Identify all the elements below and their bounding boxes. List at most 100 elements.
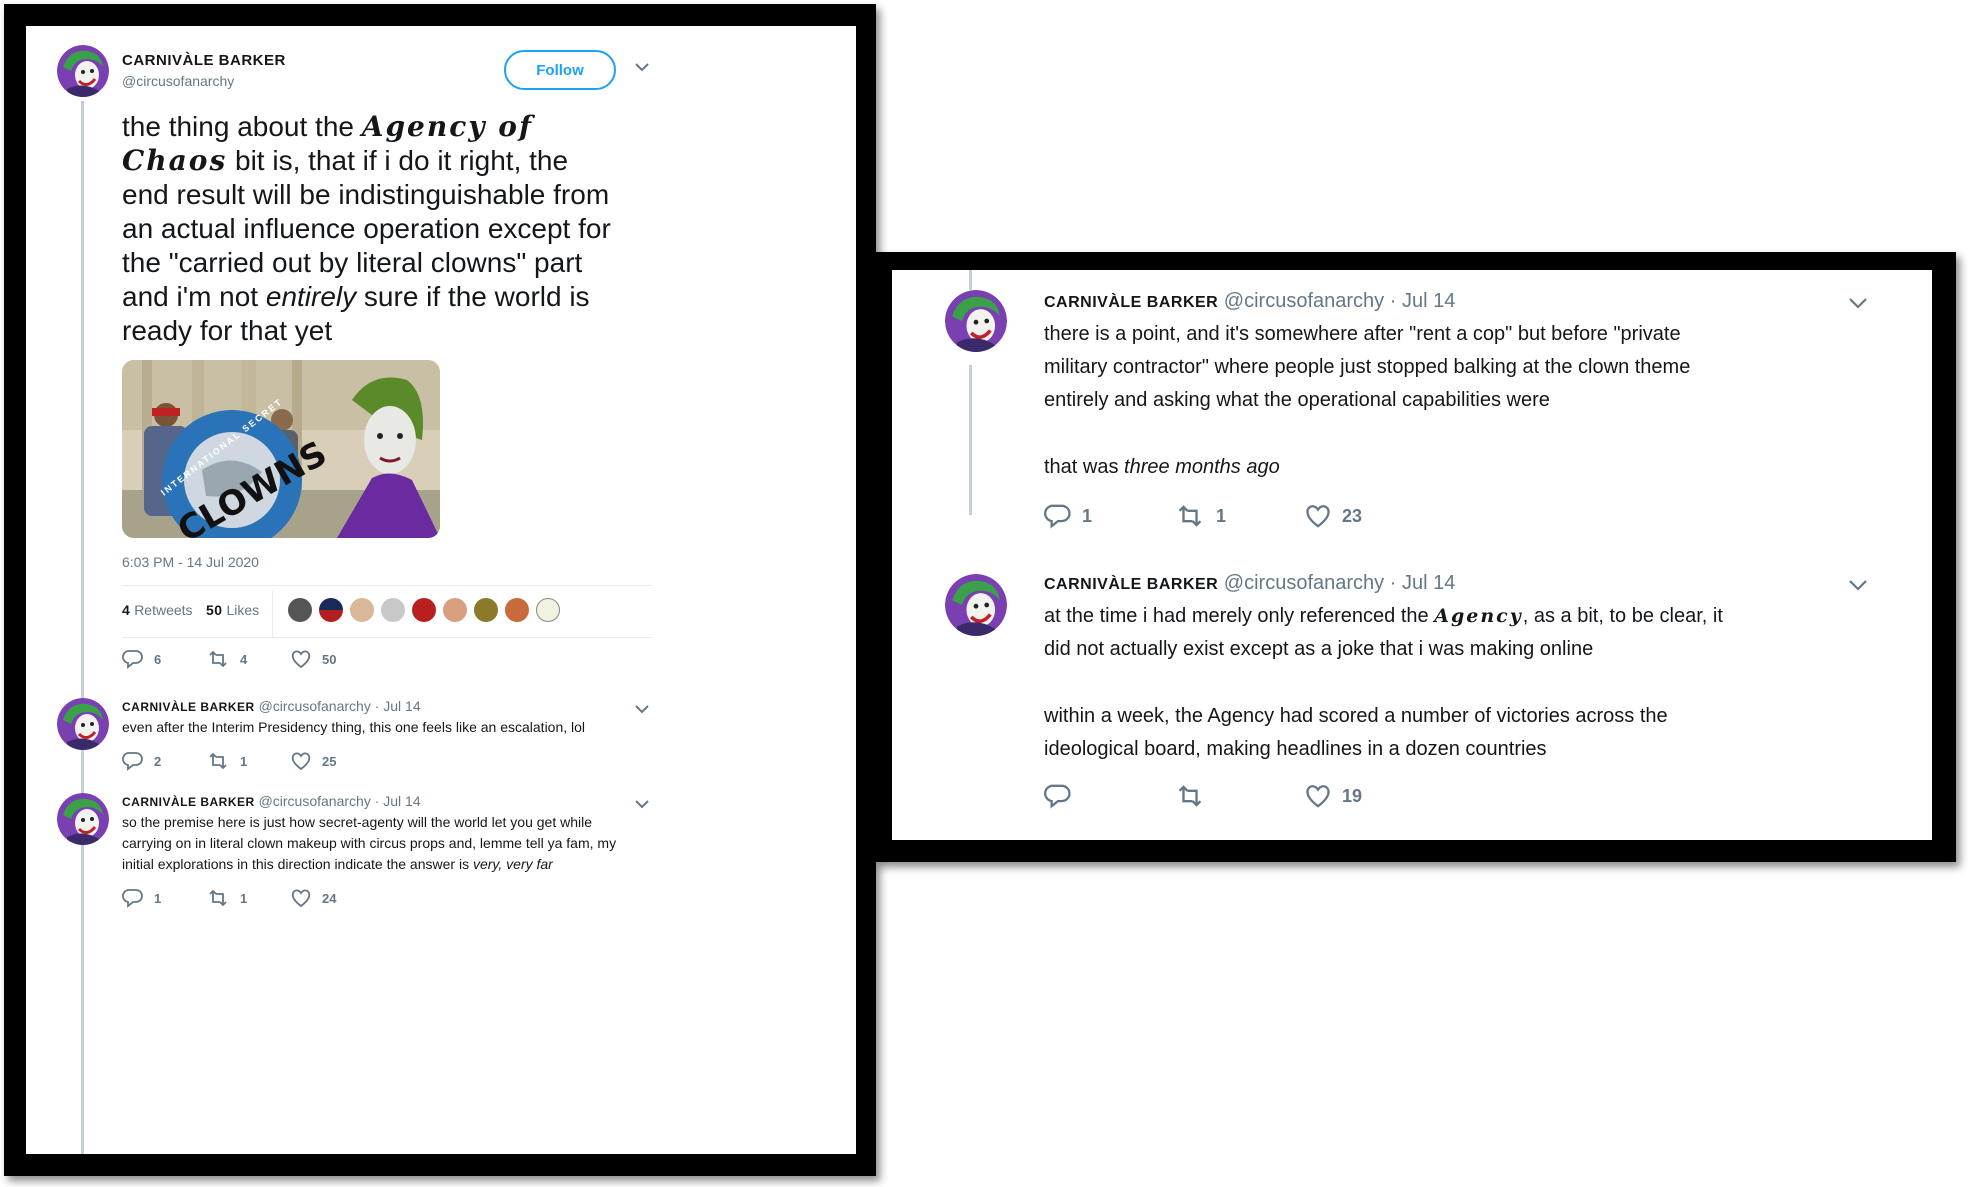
- reply-count: 1: [1082, 505, 1093, 526]
- heart-icon: [291, 752, 311, 771]
- reply-icon: [1044, 784, 1071, 809]
- like-stats[interactable]: 50 Likes: [206, 602, 259, 618]
- retweet-count: 4: [122, 602, 131, 618]
- display-name[interactable]: CARNIVÀLE BARKER: [122, 52, 286, 69]
- tweet-date[interactable]: · Jul 14: [1390, 572, 1456, 594]
- follow-button[interactable]: Follow: [504, 50, 616, 90]
- like-button[interactable]: 24: [290, 888, 374, 908]
- avatar[interactable]: [57, 793, 109, 845]
- retweet-icon: [209, 889, 227, 907]
- tweet-text-line: within a week, the Agency had scored a n…: [1044, 705, 1668, 727]
- reply-icon: [122, 889, 143, 908]
- tweet-timestamp[interactable]: 6:03 PM - 14 Jul 2020: [122, 554, 259, 570]
- tweet-text-line: that was three months ago: [1044, 456, 1280, 479]
- avatar[interactable]: [57, 698, 109, 750]
- tweet-text-part: , as a bit, to be clear, it: [1522, 605, 1723, 627]
- tweet-date[interactable]: · Jul 14: [1390, 290, 1456, 312]
- retweet-button[interactable]: [1174, 783, 1304, 809]
- avatar[interactable]: [536, 598, 560, 622]
- tweet-actions: 1 1 23: [1044, 503, 1434, 529]
- divider: [122, 585, 652, 586]
- display-name[interactable]: CARNIVÀLE BARKER: [122, 700, 255, 714]
- reply-button[interactable]: 6: [122, 649, 206, 669]
- right-screenshot-frame: CARNIVÀLE BARKER @circusofanarchy · Jul …: [874, 252, 1956, 862]
- avatar[interactable]: [57, 45, 109, 97]
- reply-count: 6: [154, 651, 162, 667]
- reply-button[interactable]: [1044, 783, 1174, 809]
- tweet-text-line: ready for that yet: [122, 315, 333, 346]
- handle[interactable]: @circusofanarchy: [122, 73, 234, 89]
- left-screenshot-frame: CARNIVÀLE BARKER @circusofanarchy Follow…: [4, 4, 876, 1176]
- tweet-date[interactable]: · Jul 14: [375, 793, 421, 809]
- chevron-down-icon[interactable]: [634, 702, 650, 720]
- tweet-text-emphasis: three months ago: [1124, 456, 1280, 478]
- retweet-label: Retweets: [134, 602, 193, 618]
- tweet-text-line: the "carried out by literal clowns" part: [122, 247, 583, 278]
- tweet-header: CARNIVÀLE BARKER @circusofanarchy · Jul …: [1044, 572, 1455, 595]
- reply-button[interactable]: 1: [122, 888, 206, 908]
- avatar[interactable]: [945, 574, 1007, 636]
- tweet-text-emphasis: very, very far: [472, 856, 553, 872]
- thread-line: [969, 365, 972, 515]
- tweet-text: even after the Interim Presidency thing,…: [122, 719, 586, 735]
- tweet-image[interactable]: INTERNATIONAL SECRET CLOWNS: [122, 360, 440, 538]
- retweet-button[interactable]: 1: [206, 751, 290, 771]
- tweet-text-part: initial explorations in this direction i…: [122, 856, 473, 872]
- reply-icon: [1044, 504, 1071, 529]
- reply-icon: [122, 752, 143, 771]
- reply-button[interactable]: 2: [122, 751, 206, 771]
- display-name[interactable]: CARNIVÀLE BARKER: [1044, 576, 1218, 593]
- avatar[interactable]: [319, 598, 343, 622]
- right-tweet-thread: CARNIVÀLE BARKER @circusofanarchy · Jul …: [892, 270, 1932, 840]
- avatar[interactable]: [505, 598, 529, 622]
- tweet-text-line: at the time i had merely only referenced…: [1044, 605, 1723, 628]
- handle[interactable]: @circusofanarchy: [259, 793, 371, 809]
- tweet-text-line: so the premise here is just how secret-a…: [122, 814, 592, 830]
- liker-avatars: [288, 598, 567, 622]
- tweet-text-line: ideological board, making headlines in a…: [1044, 738, 1547, 760]
- avatar[interactable]: [381, 598, 405, 622]
- chevron-down-icon[interactable]: [1848, 578, 1868, 597]
- like-button[interactable]: 50: [290, 649, 374, 669]
- like-button[interactable]: 25: [290, 751, 374, 771]
- tweet-date[interactable]: · Jul 14: [375, 698, 421, 714]
- retweet-button[interactable]: 1: [206, 888, 290, 908]
- retweet-count: 4: [240, 651, 248, 667]
- tweet-text-part: and i'm not: [122, 281, 266, 312]
- avatar[interactable]: [443, 598, 467, 622]
- retweet-button[interactable]: 1: [1174, 503, 1304, 529]
- display-name[interactable]: CARNIVÀLE BARKER: [1044, 294, 1218, 311]
- reply-icon: [122, 650, 143, 669]
- avatar[interactable]: [474, 598, 498, 622]
- thread-line: [969, 270, 972, 290]
- tweet-text-line: an actual influence operation except for: [122, 213, 611, 244]
- reply-button[interactable]: 1: [1044, 503, 1174, 529]
- handle[interactable]: @circusofanarchy: [259, 698, 371, 714]
- avatar[interactable]: [412, 598, 436, 622]
- retweet-count: 1: [240, 890, 248, 906]
- retweet-stats[interactable]: 4 Retweets: [122, 602, 193, 618]
- like-count: 19: [1342, 785, 1363, 806]
- handle[interactable]: @circusofanarchy: [1224, 572, 1384, 594]
- tweet-header: CARNIVÀLE BARKER @circusofanarchy · Jul …: [1044, 290, 1455, 313]
- chevron-down-icon[interactable]: [634, 60, 650, 78]
- like-button[interactable]: 19: [1304, 783, 1434, 809]
- chevron-down-icon[interactable]: [634, 797, 650, 815]
- avatar[interactable]: [945, 290, 1007, 352]
- retweet-count: 1: [240, 753, 248, 769]
- chevron-down-icon[interactable]: [1848, 296, 1868, 315]
- avatar[interactable]: [288, 598, 312, 622]
- reply-count: 2: [154, 753, 162, 769]
- retweet-icon: [1178, 505, 1202, 527]
- handle[interactable]: @circusofanarchy: [1224, 290, 1384, 312]
- avatar[interactable]: [350, 598, 374, 622]
- like-count: 50: [322, 651, 337, 667]
- display-name[interactable]: CARNIVÀLE BARKER: [122, 795, 255, 809]
- divider: [122, 637, 652, 638]
- retweet-button[interactable]: 4: [206, 649, 290, 669]
- heart-icon: [291, 889, 311, 908]
- tweet-actions: 6 4 50: [122, 649, 374, 669]
- like-count: 23: [1342, 505, 1363, 526]
- tweet-text-part: bit is, that if i do it right, the: [227, 145, 569, 176]
- like-button[interactable]: 23: [1304, 503, 1434, 529]
